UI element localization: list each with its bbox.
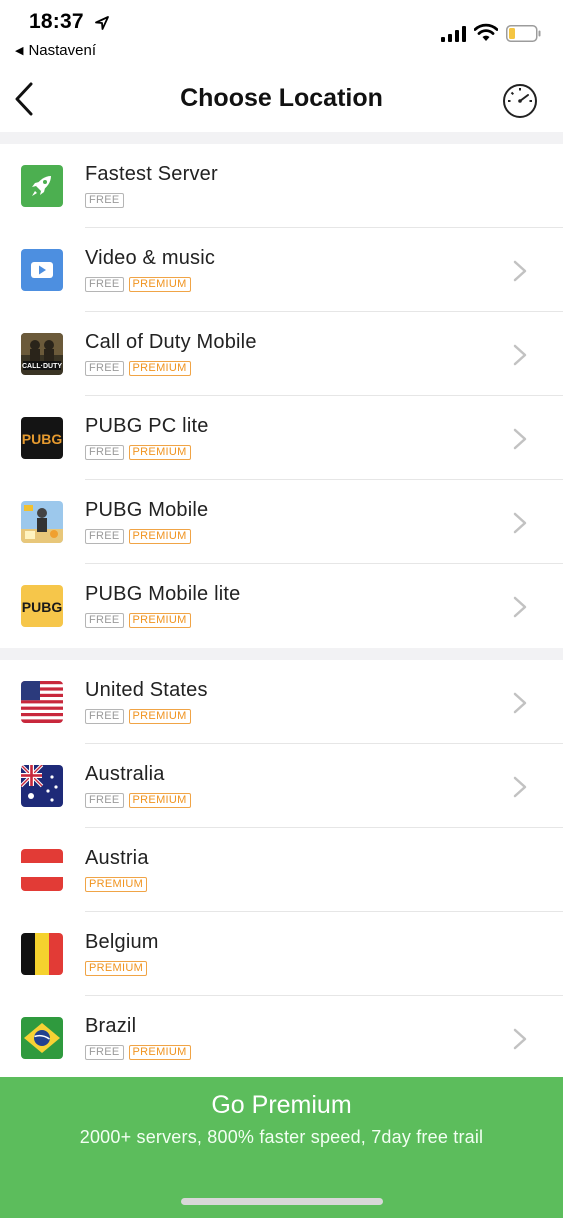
- rocket-icon: [21, 165, 63, 207]
- chevron-right-icon: [513, 596, 527, 618]
- list-item[interactable]: United States FREE PREMIUM: [0, 660, 563, 744]
- list-item[interactable]: PUBG Mobile FREE PREMIUM: [0, 480, 563, 564]
- list-item[interactable]: Belgium PREMIUM: [0, 912, 563, 996]
- page-title: Choose Location: [180, 84, 383, 112]
- cellular-signal-icon: [441, 26, 466, 42]
- call-of-duty-icon: CALL·DUTY: [21, 333, 63, 375]
- free-badge: FREE: [85, 193, 124, 208]
- free-badge: FREE: [85, 445, 124, 460]
- navigation-bar: Choose Location: [0, 66, 563, 132]
- premium-badge: PREMIUM: [128, 361, 191, 376]
- promo-title: Go Premium: [211, 1091, 352, 1119]
- item-title: Belgium: [85, 931, 159, 953]
- free-badge: FREE: [85, 709, 124, 724]
- pubg-mobile-icon: [21, 501, 63, 543]
- chevron-right-icon: [513, 512, 527, 534]
- back-to-app-link[interactable]: ◀ Nastavení: [15, 42, 96, 59]
- list-item[interactable]: Video & music FREE PREMIUM: [0, 228, 563, 312]
- brazil-flag-icon: [21, 1017, 63, 1059]
- home-indicator[interactable]: [181, 1198, 383, 1205]
- premium-badge: PREMIUM: [128, 613, 191, 628]
- svg-text:PUBG: PUBG: [22, 599, 63, 615]
- status-time: 18:37: [29, 10, 84, 33]
- item-title: PUBG PC lite: [85, 415, 209, 437]
- premium-badge: PREMIUM: [128, 1045, 191, 1060]
- us-flag-icon: [21, 681, 63, 723]
- list-item[interactable]: PUBG PUBG PC lite FREE PREMIUM: [0, 396, 563, 480]
- free-badge: FREE: [85, 529, 124, 544]
- pubg-pc-icon: PUBG: [21, 417, 63, 459]
- chevron-right-icon: [513, 692, 527, 714]
- section-separator: [0, 132, 563, 144]
- list-item[interactable]: Brazil FREE PREMIUM: [0, 996, 563, 1080]
- chevron-right-icon: [513, 260, 527, 282]
- status-bar: 18:37 ◀ Nastavení: [0, 0, 563, 66]
- premium-badge: PREMIUM: [128, 709, 191, 724]
- premium-badge: PREMIUM: [128, 529, 191, 544]
- item-title: Australia: [85, 763, 165, 785]
- belgium-flag-icon: [21, 933, 63, 975]
- item-title: Video & music: [85, 247, 216, 269]
- free-badge: FREE: [85, 613, 124, 628]
- item-title: PUBG Mobile: [85, 499, 209, 521]
- speed-test-icon[interactable]: [500, 80, 540, 120]
- premium-badge: PREMIUM: [128, 445, 191, 460]
- item-title: Fastest Server: [85, 163, 218, 185]
- wifi-icon: [474, 23, 498, 41]
- list-item[interactable]: Fastest Server FREE: [0, 144, 563, 228]
- australia-flag-icon: [21, 765, 63, 807]
- go-premium-banner[interactable]: Go Premium 2000+ servers, 800% faster sp…: [0, 1077, 563, 1218]
- chevron-right-icon: [513, 344, 527, 366]
- back-app-label: Nastavení: [28, 42, 97, 59]
- battery-low-icon: [506, 25, 541, 42]
- svg-text:PUBG: PUBG: [22, 431, 63, 447]
- chevron-right-icon: [513, 1028, 527, 1050]
- free-badge: FREE: [85, 1045, 124, 1060]
- austria-flag-icon: [21, 849, 63, 891]
- list-item[interactable]: Austria PREMIUM: [0, 828, 563, 912]
- featured-server-list: Fastest Server FREE Video & music FREE P…: [0, 144, 563, 648]
- premium-badge: PREMIUM: [128, 277, 191, 292]
- country-server-list: United States FREE PREMIUM Australia FRE…: [0, 660, 563, 1080]
- item-title: PUBG Mobile lite: [85, 583, 241, 605]
- free-badge: FREE: [85, 793, 124, 808]
- chevron-right-icon: [513, 428, 527, 450]
- promo-subtitle: 2000+ servers, 800% faster speed, 7day f…: [79, 1127, 484, 1147]
- pubg-lite-icon: PUBG: [21, 585, 63, 627]
- back-triangle-icon: ◀: [15, 45, 24, 57]
- free-badge: FREE: [85, 277, 124, 292]
- item-title: Austria: [85, 847, 149, 869]
- chevron-right-icon: [513, 776, 527, 798]
- item-title: United States: [85, 679, 208, 701]
- premium-badge: PREMIUM: [128, 793, 191, 808]
- list-item[interactable]: CALL·DUTY Call of Duty Mobile FREE PREMI…: [0, 312, 563, 396]
- svg-text:CALL·DUTY: CALL·DUTY: [22, 363, 62, 370]
- list-item[interactable]: PUBG PUBG Mobile lite FREE PREMIUM: [0, 564, 563, 648]
- item-title: Call of Duty Mobile: [85, 331, 257, 353]
- item-title: Brazil: [85, 1015, 137, 1037]
- list-item[interactable]: Australia FREE PREMIUM: [0, 744, 563, 828]
- free-badge: FREE: [85, 361, 124, 376]
- location-arrow-icon: [95, 16, 109, 30]
- premium-badge: PREMIUM: [85, 877, 148, 892]
- section-separator: [0, 648, 563, 660]
- premium-badge: PREMIUM: [85, 961, 148, 976]
- video-play-icon: [21, 249, 63, 291]
